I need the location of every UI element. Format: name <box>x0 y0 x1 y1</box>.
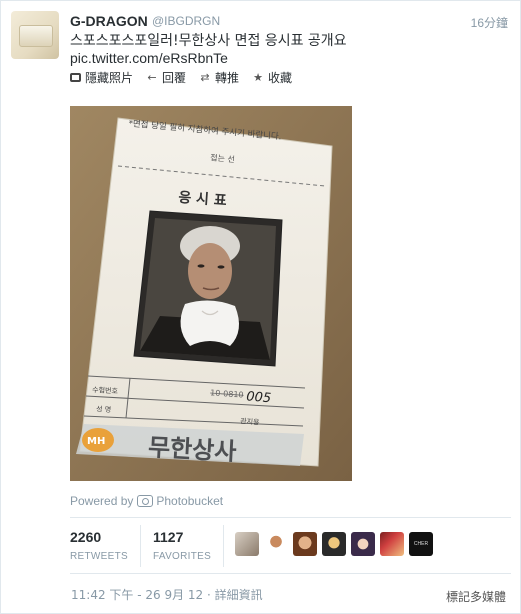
retweets-label: RETWEETS <box>70 551 128 562</box>
stat-separator-2 <box>223 525 224 567</box>
hide-photo-label: 隱藏照片 <box>85 71 134 85</box>
retweets-count: 2260 <box>70 529 102 545</box>
favorites-stat[interactable]: 1127 FAVORITES <box>153 529 211 562</box>
company-logo-text: 무한상사 <box>147 433 237 466</box>
badge-text: MH <box>87 436 105 447</box>
favorites-label: FAVORITES <box>153 551 212 562</box>
powered-by-prefix: Powered by <box>70 494 134 508</box>
retweet-label: 轉推 <box>215 71 240 85</box>
divider-top <box>70 517 511 518</box>
powered-by: Powered by Photobucket <box>70 494 223 508</box>
reply-button[interactable]: ← 回覆 <box>146 69 186 86</box>
tweet-card: G-DRAGON @IBGDRGN 16分鐘 스포스포스포일러!무한상사 면접 … <box>0 0 521 614</box>
handwritten-number-text: 005 <box>246 389 272 406</box>
photo-illustration: *면접 당일 필히 지참하여 주시기 바랍니다. 접는 선 응 시 표 수험번호… <box>70 106 352 481</box>
tweet-timestamp[interactable]: 16分鐘 <box>471 14 508 31</box>
favoriter-avatar[interactable] <box>264 532 288 556</box>
tweet-actions: 隱藏照片 ← 回覆 ⇄ 轉推 ★ 收藏 <box>70 69 305 86</box>
photo-title-text: 응 시 표 <box>178 190 228 209</box>
favorites-count: 1127 <box>153 529 184 545</box>
favoriter-avatar-text: CHER HUE <box>413 541 429 547</box>
favoriter-avatar[interactable] <box>351 532 375 556</box>
retweet-icon: ⇄ <box>200 70 210 84</box>
camera-icon <box>137 495 154 507</box>
favoriter-avatar[interactable] <box>380 532 404 556</box>
stat-separator <box>140 525 141 567</box>
user-name[interactable]: G-DRAGON <box>70 13 148 29</box>
flag-media-link[interactable]: 標記多媒體 <box>446 588 506 605</box>
user-avatar[interactable] <box>11 11 59 59</box>
photobucket-link[interactable]: Photobucket <box>156 494 223 508</box>
avatar-image <box>19 25 53 47</box>
divider-bottom <box>70 573 511 574</box>
tweet-media-link[interactable]: pic.twitter.com/eRsRbnTe <box>70 50 228 66</box>
reply-icon: ← <box>147 70 157 84</box>
user-handle[interactable]: @IBGDRGN <box>152 14 220 28</box>
favoriter-avatars: CHER HUE <box>235 532 438 556</box>
reply-label: 回覆 <box>162 71 187 85</box>
name-label: 성 명 <box>96 404 112 414</box>
star-icon: ★ <box>253 70 263 84</box>
photo-icon <box>70 73 81 82</box>
tweet-text: 스포스포스포일러!무한상사 면접 응시표 공개요 <box>70 33 347 49</box>
official-use-text: 관지용 <box>240 416 260 426</box>
favoriter-avatar[interactable]: CHER HUE <box>409 532 433 556</box>
favorite-label: 收藏 <box>268 71 293 85</box>
hide-photo-button[interactable]: 隱藏照片 <box>70 69 133 86</box>
tweet-detail-time[interactable]: 11:42 下午 - 26 9月 12 · 詳細資訊 <box>71 586 263 603</box>
favorite-button[interactable]: ★ 收藏 <box>252 69 292 86</box>
retweets-stat[interactable]: 2260 RETWEETS <box>70 529 128 562</box>
favoriter-avatar[interactable] <box>235 532 259 556</box>
favoriter-avatar[interactable] <box>322 532 346 556</box>
retweet-button[interactable]: ⇄ 轉推 <box>199 69 239 86</box>
exam-number-label: 수험번호 <box>92 385 119 395</box>
favoriter-avatar[interactable] <box>293 532 317 556</box>
tweet-photo[interactable]: *면접 당일 필히 지참하여 주시기 바랍니다. 접는 선 응 시 표 수험번호… <box>70 106 352 481</box>
